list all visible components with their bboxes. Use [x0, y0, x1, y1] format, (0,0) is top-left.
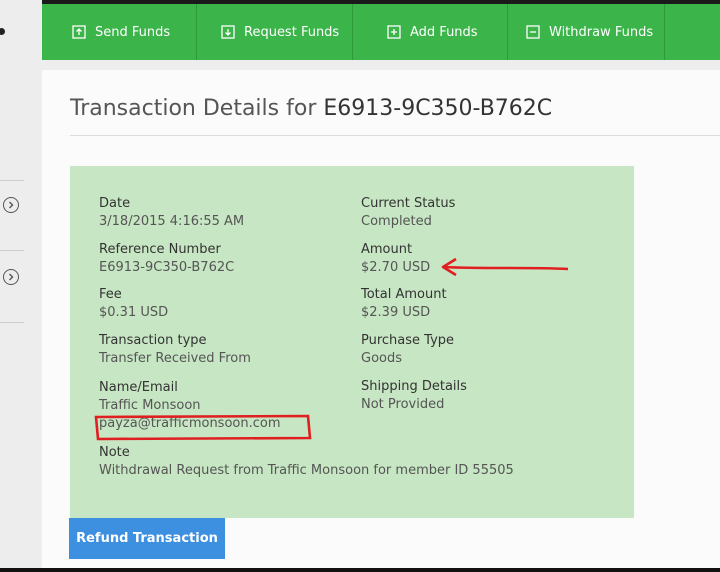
top-nav: Send Funds Request Funds Add Funds Withd…: [42, 4, 720, 60]
add-funds-icon: [387, 25, 401, 39]
send-funds-button[interactable]: Send Funds: [42, 4, 197, 60]
withdraw-funds-button[interactable]: Withdraw Funds: [508, 4, 665, 60]
chevron-right-icon[interactable]: [3, 197, 19, 213]
nav-shadow-strip: [42, 60, 720, 70]
request-funds-icon: [221, 25, 235, 39]
title-divider: [70, 135, 720, 136]
transaction-details-panel: Date 3/18/2015 4:16:55 AM Reference Numb…: [70, 166, 634, 518]
add-funds-button[interactable]: Add Funds: [353, 4, 508, 60]
refund-transaction-button[interactable]: Refund Transaction: [69, 518, 225, 559]
withdraw-funds-label: Withdraw Funds: [549, 24, 654, 40]
left-sidebar: [0, 0, 42, 572]
bottom-edge: [0, 568, 720, 572]
add-funds-label: Add Funds: [410, 24, 478, 40]
red-annotation-overlay: [94, 257, 569, 441]
send-funds-label: Send Funds: [95, 24, 171, 40]
sidebar-divider: [0, 180, 24, 181]
page-title-reference: E6913-9C350-B762C: [323, 96, 553, 121]
chevron-right-icon[interactable]: [3, 269, 19, 285]
page-title: Transaction Details for E6913-9C350-B762…: [70, 96, 552, 121]
amount-arrow-shaft: [443, 265, 569, 271]
page-title-prefix: Transaction Details for: [70, 96, 317, 121]
main-content: Transaction Details for E6913-9C350-B762…: [42, 60, 720, 572]
request-funds-button[interactable]: Request Funds: [197, 4, 353, 60]
email-highlight-box: [94, 414, 312, 441]
send-funds-icon: [72, 25, 86, 39]
request-funds-label: Request Funds: [244, 24, 340, 40]
sidebar-divider: [0, 250, 24, 251]
sidebar-divider: [0, 322, 24, 323]
sidebar-dot: [0, 28, 5, 35]
withdraw-funds-icon: [526, 25, 540, 39]
